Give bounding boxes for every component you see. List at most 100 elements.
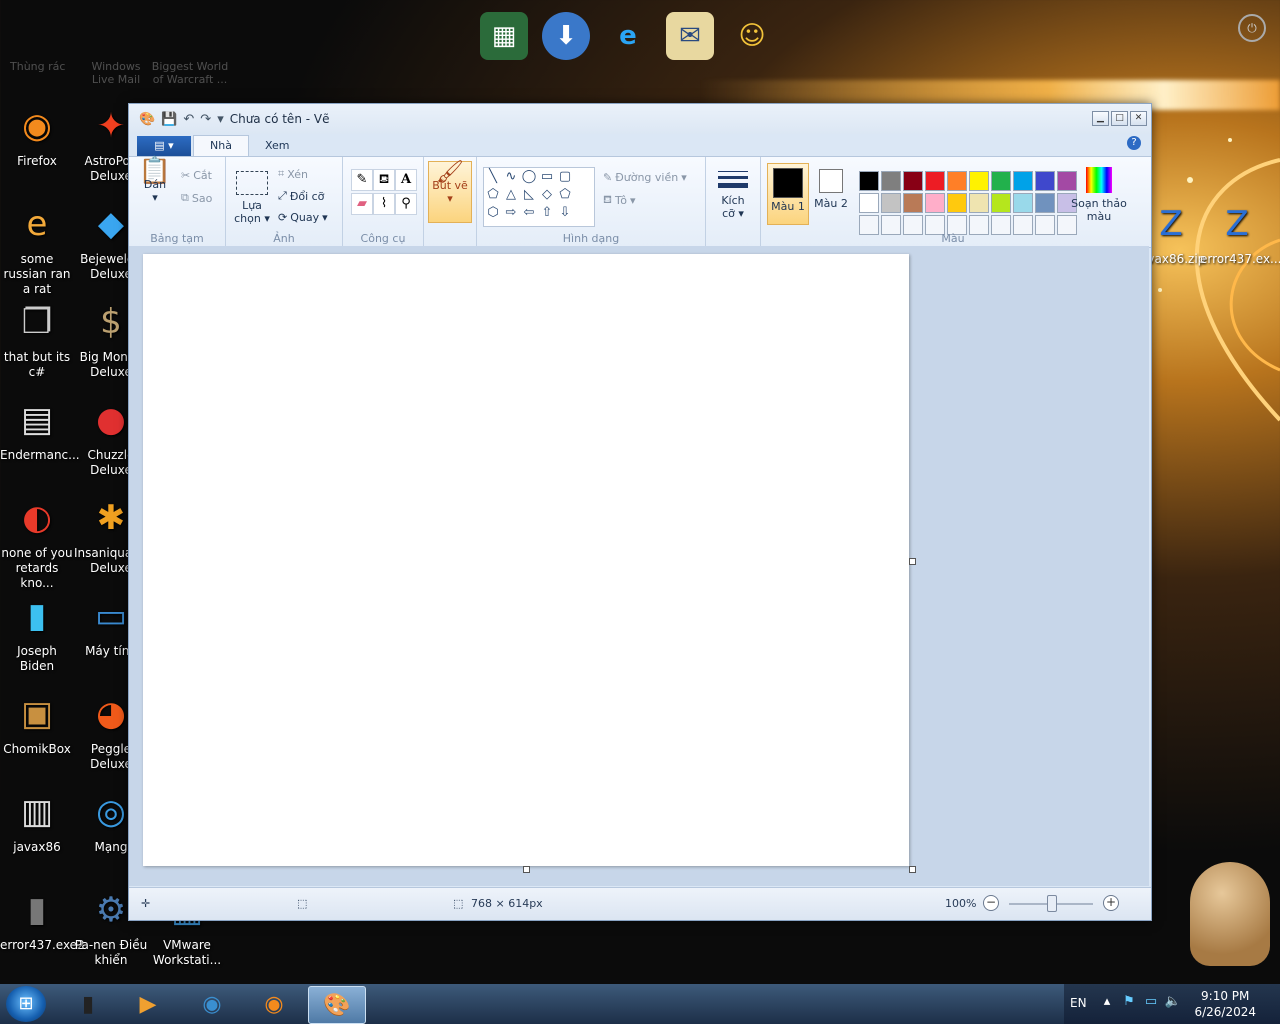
rectangle-shape-icon[interactable]: ▭ [538, 168, 556, 186]
color-swatch[interactable] [859, 171, 879, 191]
color1-button[interactable]: Màu 1 [767, 163, 809, 225]
color-swatch[interactable] [903, 171, 923, 191]
action-center-icon[interactable]: ⚑ [1120, 994, 1138, 1012]
color-swatch[interactable] [903, 193, 923, 213]
redo-icon[interactable]: ↷ [200, 112, 211, 127]
desktop-icon-joseph-biden[interactable]: ▮ Joseph Biden [0, 592, 74, 674]
desktop-icon-error437[interactable]: ▮ error437.exe2 [0, 886, 85, 953]
network-tray-icon[interactable]: ▭ [1142, 994, 1160, 1012]
rotate-button[interactable]: ⟳ Quay ▾ [278, 211, 328, 224]
color-swatch[interactable] [991, 171, 1011, 191]
desktop-icon-endermanc[interactable]: ▤ Endermanc... [0, 396, 80, 463]
zoom-out-button[interactable]: − [983, 895, 999, 911]
fill-bucket-icon[interactable]: ⛾ [373, 169, 395, 191]
tab-view[interactable]: Xem [249, 136, 306, 156]
paste-button[interactable]: 📋 Dán ▾ [137, 158, 173, 204]
show-hidden-icons[interactable]: ▴ [1098, 994, 1116, 1012]
color-picker-icon[interactable]: ⌇ [373, 193, 395, 215]
color-swatch[interactable] [1035, 171, 1055, 191]
tab-home[interactable]: Nhà [193, 135, 249, 156]
color-swatch[interactable] [969, 193, 989, 213]
drawing-canvas[interactable] [143, 254, 909, 866]
windows-live-mail-label[interactable]: Windows Live Mail [86, 60, 146, 86]
globe-icon[interactable]: ◉ [184, 986, 240, 1022]
up-arrow-shape-icon[interactable]: ⇧ [538, 204, 556, 222]
zoom-slider-thumb[interactable] [1047, 895, 1057, 912]
save-icon[interactable]: 💾 [161, 112, 177, 127]
desktop-icon-firefox[interactable]: ◉ Firefox [0, 102, 74, 169]
magnifier-icon[interactable]: ⚲ [395, 193, 417, 215]
shapes-gallery[interactable]: ╲ ∿ ◯ ▭ ▢ ⬠ △ ◺ ◇ ⬠ ⬡ ⇨ ⇦ ⇧ ⇩ [483, 167, 595, 227]
select-button[interactable]: Lựa chọn ▾ [232, 171, 272, 225]
volume-icon[interactable]: 🔈 [1164, 994, 1182, 1012]
help-icon[interactable]: ? [1127, 136, 1141, 150]
resize-handle-right[interactable] [909, 558, 916, 565]
color-swatch[interactable] [947, 171, 967, 191]
color-swatch[interactable] [991, 193, 1011, 213]
down-arrow-shape-icon[interactable]: ⇩ [556, 204, 574, 222]
right-triangle-shape-icon[interactable]: ◺ [520, 186, 538, 204]
clock[interactable]: 9:10 PM 6/26/2024 [1194, 988, 1256, 1020]
media-player-icon[interactable]: ▶ [120, 986, 176, 1022]
color-swatch[interactable] [1035, 193, 1055, 213]
resize-button[interactable]: ⤢ Đổi cỡ [278, 189, 324, 203]
desktop-icon-russian-rat[interactable]: e some russian ran a rat [0, 200, 74, 297]
desktop-icon-javax86[interactable]: ▥ javax86 [0, 788, 74, 855]
resize-handle-corner[interactable] [909, 866, 916, 873]
desktop-icon-error437-ex[interactable]: Zerror437.ex... [1200, 200, 1280, 267]
paint-menu-button[interactable]: ▤ ▾ [137, 136, 191, 156]
language-indicator[interactable]: EN [1070, 996, 1087, 1010]
left-arrow-shape-icon[interactable]: ⇦ [520, 204, 538, 222]
right-arrow-shape-icon[interactable]: ⇨ [502, 204, 520, 222]
edit-colors-button[interactable]: Soạn thảo màu [1071, 167, 1127, 223]
recycle-bin-label[interactable]: Thùng rác [10, 60, 65, 73]
customize-qat-icon[interactable]: ▾ [217, 112, 224, 127]
internet-explorer-icon[interactable]: e [604, 12, 652, 60]
color-swatch[interactable] [969, 171, 989, 191]
firefox-taskbar-icon[interactable]: ◉ [246, 986, 302, 1022]
color-swatch[interactable] [1013, 171, 1033, 191]
text-tool-icon[interactable]: A [395, 169, 417, 191]
paint-app-icon[interactable]: 🎨 [139, 112, 155, 127]
messenger-icon[interactable]: ☺ [728, 12, 776, 60]
brushes-button[interactable]: 🖌 Bút vẽ ▾ [428, 161, 472, 223]
desktop-icon-csharp[interactable]: ❐ that but its c# [0, 298, 74, 380]
rounded-rectangle-shape-icon[interactable]: ▢ [556, 168, 574, 186]
oval-shape-icon[interactable]: ◯ [520, 168, 538, 186]
undo-icon[interactable]: ↶ [183, 112, 194, 127]
color-swatch[interactable] [881, 193, 901, 213]
color-swatch[interactable] [947, 193, 967, 213]
color-swatch[interactable] [859, 193, 879, 213]
desktop-icon-chomikbox[interactable]: ▣ ChomikBox [0, 690, 74, 757]
taskbar-app-icon[interactable]: ▮ [60, 986, 116, 1022]
color-swatch[interactable] [881, 171, 901, 191]
maximize-button[interactable]: □ [1111, 111, 1128, 126]
diamond-shape-icon[interactable]: ◇ [538, 186, 556, 204]
pentagon-shape-icon[interactable]: ⬠ [556, 186, 574, 204]
spreadsheet-icon[interactable]: ▦ [480, 12, 528, 60]
wow-label[interactable]: Biggest World of Warcraft ... [150, 60, 230, 86]
crop-button[interactable]: ⌗ Xén [278, 167, 308, 181]
cut-button[interactable]: ✂ Cắt [181, 169, 212, 182]
color-swatch[interactable] [925, 193, 945, 213]
resize-handle-bottom[interactable] [523, 866, 530, 873]
line-shape-icon[interactable]: ╲ [484, 168, 502, 186]
curve-shape-icon[interactable]: ∿ [502, 168, 520, 186]
fill-button[interactable]: ⛾ Tô ▾ [603, 193, 636, 208]
title-bar[interactable]: 🎨 💾 ↶ ↷ ▾ Chưa có tên - Vẽ ▁ □ ✕ [129, 104, 1151, 134]
color-swatch[interactable] [925, 171, 945, 191]
close-button[interactable]: ✕ [1130, 111, 1147, 126]
hexagon-shape-icon[interactable]: ⬡ [484, 204, 502, 222]
color2-button[interactable]: Màu 2 [811, 163, 851, 223]
color-swatch[interactable] [1013, 193, 1033, 213]
size-button[interactable]: Kích cỡ ▾ [714, 167, 752, 220]
eraser-icon[interactable]: ▰ [351, 193, 373, 215]
triangle-shape-icon[interactable]: △ [502, 186, 520, 204]
minimize-button[interactable]: ▁ [1092, 111, 1109, 126]
copy-button[interactable]: ⧉ Sao [181, 191, 212, 205]
paint-taskbar-icon[interactable]: 🎨 [308, 986, 366, 1024]
outline-button[interactable]: ✎ Đường viền ▾ [603, 171, 687, 184]
zoom-in-button[interactable]: + [1103, 895, 1119, 911]
start-button[interactable]: ⊞ [6, 986, 46, 1022]
mail-icon[interactable]: ✉ [666, 12, 714, 60]
